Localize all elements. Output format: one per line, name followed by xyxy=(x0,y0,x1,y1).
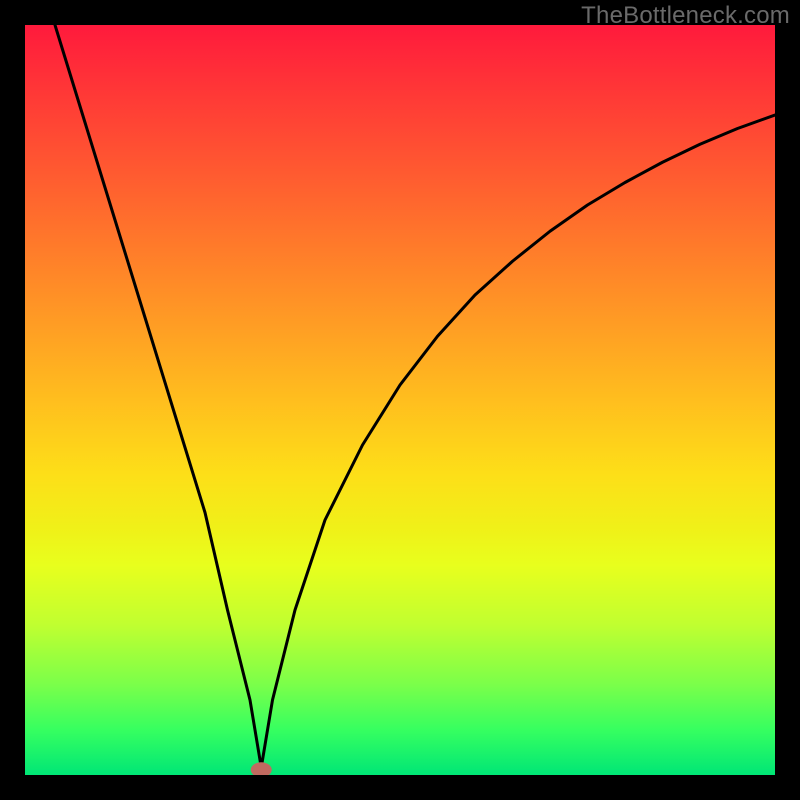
plot-area xyxy=(25,25,775,775)
chart-canvas xyxy=(25,25,775,775)
optimum-marker xyxy=(251,762,272,775)
chart-frame: TheBottleneck.com xyxy=(0,0,800,800)
watermark-text: TheBottleneck.com xyxy=(581,2,790,30)
bottleneck-curve xyxy=(55,25,775,768)
